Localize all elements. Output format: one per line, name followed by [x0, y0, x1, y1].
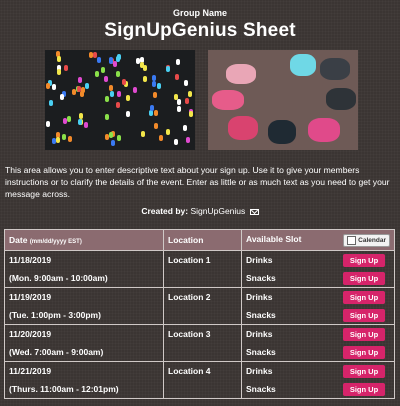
slot-location: Location 2 [168, 292, 211, 302]
slot-time: (Mon. 9:00am - 10:00am) [9, 273, 108, 283]
date-cell: 11/20/2019 (Wed. 7:00am - 9:00am) [4, 324, 164, 362]
slot-name: Snacks [246, 273, 276, 283]
slot-name: Snacks [246, 384, 276, 394]
created-by-label: Created by: [141, 206, 189, 216]
creator-name: SignUpGenius [190, 206, 246, 216]
slot-date: 11/20/2019 [9, 329, 52, 339]
slot-item: Drinks Sign Up [246, 251, 390, 269]
date-cell: 11/21/2019 (Thurs. 11:00am - 12:01pm) [4, 361, 164, 399]
sign-up-button[interactable]: Sign Up [343, 382, 385, 396]
slot-date: 11/21/2019 [9, 366, 52, 376]
slot-item: Drinks Sign Up [246, 288, 390, 306]
calendar-icon [347, 235, 357, 245]
slot-item: Drinks Sign Up [246, 325, 390, 343]
slot-time: (Wed. 7:00am - 9:00am) [9, 347, 104, 357]
date-format-hint: (mm/dd/yyyy EST) [29, 239, 82, 245]
slot-location: Location 3 [168, 329, 211, 339]
calendar-button[interactable]: Calendar [343, 233, 390, 247]
sign-up-button[interactable]: Sign Up [343, 345, 385, 359]
location-cell: Location 1 [163, 250, 242, 288]
slot-name: Snacks [246, 347, 276, 357]
sign-up-button[interactable]: Sign Up [343, 327, 385, 341]
location-header: Location [163, 229, 242, 251]
location-cell: Location 3 [163, 324, 242, 362]
table-row: 11/21/2019 (Thurs. 11:00am - 12:01pm) Loca… [4, 361, 395, 399]
created-by: Created by: SignUpGenius [0, 206, 400, 216]
sign-up-button[interactable]: Sign Up [343, 308, 385, 322]
slot-item: Snacks Sign Up [246, 269, 390, 287]
table-row: 11/19/2019 (Tue. 1:00pm - 3:00pm) Location… [4, 287, 395, 325]
location-cell: Location 2 [163, 287, 242, 325]
slot-name: Snacks [246, 310, 276, 320]
date-cell: 11/18/2019 (Mon. 9:00am - 10:00am) [4, 250, 164, 288]
sign-up-button[interactable]: Sign Up [343, 253, 385, 267]
slot-item: Snacks Sign Up [246, 380, 390, 398]
slot-time: (Tue. 1:00pm - 3:00pm) [9, 310, 101, 320]
slot-item: Snacks Sign Up [246, 306, 390, 324]
sneakers-circle-image [208, 50, 358, 150]
slot-date: 11/19/2019 [9, 292, 52, 302]
date-cell: 11/19/2019 (Tue. 1:00pm - 3:00pm) [4, 287, 164, 325]
slot-location: Location 1 [168, 255, 211, 265]
slot-location: Location 4 [168, 366, 211, 376]
slot-header: Available Slot Calendar [241, 229, 395, 251]
sign-up-button[interactable]: Sign Up [343, 271, 385, 285]
table-row: 11/20/2019 (Wed. 7:00am - 9:00am) Location… [4, 324, 395, 362]
slot-name: Drinks [246, 366, 273, 376]
slots-cell: Drinks Sign Up Snacks Sign Up [241, 324, 395, 362]
slot-item: Snacks Sign Up [246, 343, 390, 361]
slot-name: Drinks [246, 255, 273, 265]
date-header: Date (mm/dd/yyyy EST) [4, 229, 164, 251]
slot-name: Drinks [246, 292, 273, 302]
slot-time: (Thurs. 11:00am - 12:01pm) [9, 384, 119, 394]
table-row: 11/18/2019 (Mon. 9:00am - 10:00am) Locatio… [4, 250, 395, 288]
sheet-title: SignUpGenius Sheet [104, 20, 296, 41]
sign-up-button[interactable]: Sign Up [343, 364, 385, 378]
marathon-runners-image [45, 50, 195, 150]
sign-up-button[interactable]: Sign Up [343, 290, 385, 304]
signup-table: Date (mm/dd/yyyy EST) Location Available… [4, 229, 395, 399]
group-name: Group Name [172, 8, 227, 18]
sheet-description: This area allows you to enter descriptiv… [5, 165, 390, 199]
email-icon[interactable] [249, 208, 259, 215]
slots-cell: Drinks Sign Up Snacks Sign Up [241, 361, 395, 399]
location-cell: Location 4 [163, 361, 242, 399]
slot-date: 11/18/2019 [9, 255, 52, 265]
slot-name: Drinks [246, 329, 273, 339]
slots-cell: Drinks Sign Up Snacks Sign Up [241, 250, 395, 288]
slot-item: Drinks Sign Up [246, 362, 390, 380]
calendar-label: Calendar [358, 236, 386, 244]
slots-cell: Drinks Sign Up Snacks Sign Up [241, 287, 395, 325]
